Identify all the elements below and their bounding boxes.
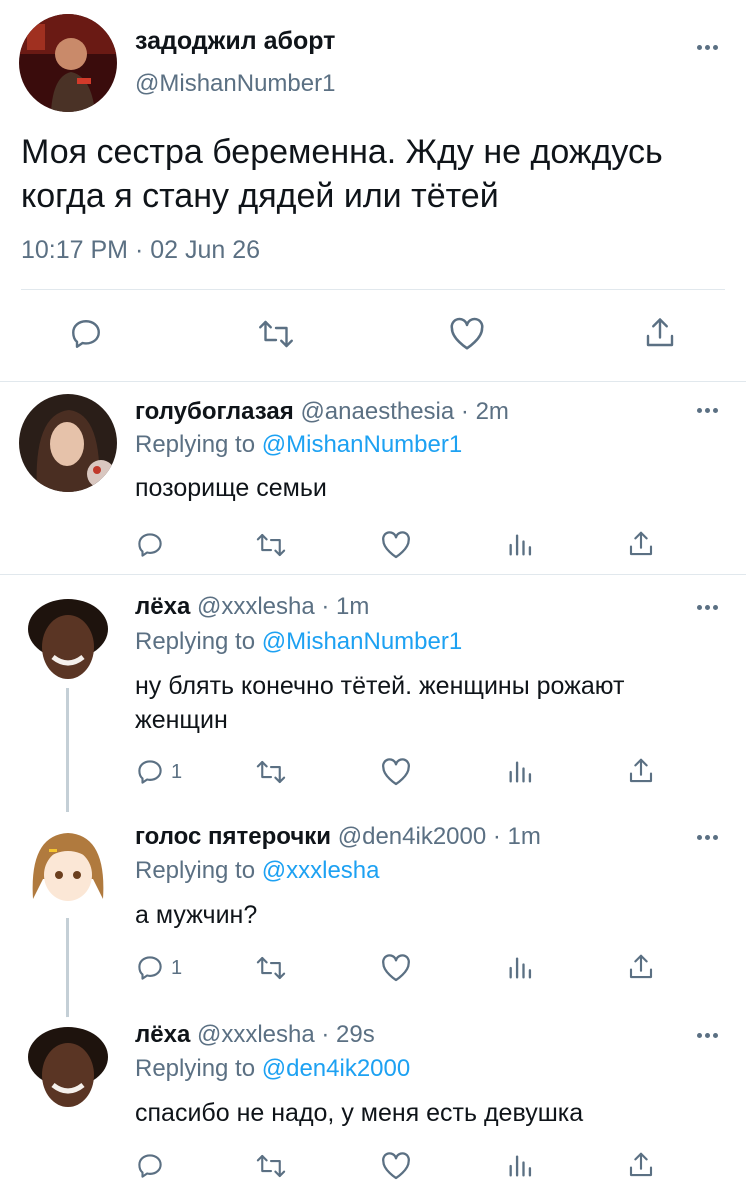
analytics-icon[interactable] bbox=[506, 757, 534, 787]
reply-actions bbox=[0, 1149, 746, 1189]
reply-author-meta[interactable]: @anaesthesia · 2m bbox=[300, 398, 508, 425]
replying-to-link[interactable]: @den4ik2000 bbox=[262, 1055, 410, 1082]
reply-icon[interactable]: 1 bbox=[135, 953, 182, 983]
main-tweet: задоджил аборт @MishanNumber1 Моя сестра… bbox=[0, 0, 746, 382]
replying-to: Replying to @MishanNumber1 bbox=[135, 628, 462, 656]
more-options-icon[interactable] bbox=[697, 605, 718, 610]
like-icon[interactable] bbox=[380, 530, 412, 560]
analytics-icon[interactable] bbox=[506, 953, 534, 983]
replying-to: Replying to @den4ik2000 bbox=[135, 1055, 410, 1083]
reply-header: голос пятерочки @den4ik2000 · 1m bbox=[135, 823, 541, 851]
reply-actions: 1 bbox=[0, 755, 746, 795]
more-options-icon[interactable] bbox=[697, 45, 718, 50]
reply-tweet[interactable]: лёха @xxxlesha · 1m Replying to @MishanN… bbox=[0, 575, 746, 805]
main-tweet-avatar[interactable] bbox=[19, 14, 117, 112]
main-tweet-author-name[interactable]: задоджил аборт bbox=[135, 27, 335, 56]
reply-tweet[interactable]: голубоглазая @anaesthesia · 2m Replying … bbox=[0, 382, 746, 574]
divider bbox=[21, 289, 725, 290]
reply-author-meta[interactable]: @xxxlesha · 1m bbox=[197, 593, 369, 620]
retweet-icon[interactable] bbox=[254, 530, 288, 560]
replying-to-link[interactable]: @MishanNumber1 bbox=[262, 431, 462, 458]
analytics-icon[interactable] bbox=[506, 530, 534, 560]
retweet-icon[interactable] bbox=[254, 1151, 288, 1181]
reply-avatar[interactable] bbox=[19, 589, 117, 687]
replying-to: Replying to @MishanNumber1 bbox=[135, 431, 462, 459]
reply-author-meta[interactable]: @den4ik2000 · 1m bbox=[338, 823, 541, 850]
reply-count: 1 bbox=[171, 760, 183, 783]
more-options-icon[interactable] bbox=[697, 835, 718, 840]
reply-avatar[interactable] bbox=[19, 819, 117, 917]
reply-avatar[interactable] bbox=[19, 394, 117, 492]
share-icon[interactable] bbox=[626, 951, 656, 983]
retweet-icon[interactable] bbox=[254, 757, 288, 787]
like-icon[interactable] bbox=[380, 953, 412, 983]
analytics-icon[interactable] bbox=[506, 1151, 534, 1181]
share-icon[interactable] bbox=[626, 528, 656, 560]
share-icon[interactable] bbox=[626, 1149, 656, 1181]
more-options-icon[interactable] bbox=[697, 1033, 718, 1038]
reply-tweet[interactable]: лёха @xxxlesha · 29s Replying to @den4ik… bbox=[0, 1005, 746, 1200]
replying-to-label: Replying to bbox=[135, 628, 262, 655]
like-icon[interactable] bbox=[448, 316, 486, 352]
reply-icon[interactable] bbox=[135, 530, 171, 560]
reply-text: ну блять конечно тётей. женщины рожают ж… bbox=[135, 672, 625, 734]
reply-icon[interactable]: 1 bbox=[135, 757, 182, 787]
reply-author-name[interactable]: лёха bbox=[135, 593, 190, 620]
reply-text: спасибо не надо, у меня есть девушка bbox=[135, 1099, 584, 1127]
replying-to-link[interactable]: @MishanNumber1 bbox=[262, 628, 462, 655]
replying-to-label: Replying to bbox=[135, 857, 262, 884]
reply-text: позорище семьи bbox=[135, 474, 327, 502]
replying-to-label: Replying to bbox=[135, 431, 262, 458]
replying-to-link[interactable]: @xxxlesha bbox=[262, 857, 380, 884]
reply-author-meta[interactable]: @xxxlesha · 29s bbox=[197, 1021, 375, 1048]
main-tweet-timestamp[interactable]: 10:17 PM · 02 Jun 26 bbox=[21, 236, 260, 265]
reply-icon[interactable] bbox=[135, 1151, 171, 1181]
reply-actions: 1 bbox=[0, 951, 746, 991]
reply-actions bbox=[0, 526, 746, 566]
reply-author-name[interactable]: лёха bbox=[135, 1021, 190, 1048]
main-tweet-text: Моя сестра беременна. Жду не дождусь ког… bbox=[21, 133, 663, 215]
reply-avatar[interactable] bbox=[19, 1017, 117, 1115]
like-icon[interactable] bbox=[380, 757, 412, 787]
reply-count: 1 bbox=[171, 956, 183, 979]
reply-author-name[interactable]: голубоглазая bbox=[135, 398, 294, 425]
main-tweet-author-handle[interactable]: @MishanNumber1 bbox=[135, 70, 335, 98]
retweet-icon[interactable] bbox=[254, 953, 288, 983]
more-options-icon[interactable] bbox=[697, 408, 718, 413]
retweet-icon[interactable] bbox=[256, 316, 296, 352]
reply-tweet[interactable]: голос пятерочки @den4ik2000 · 1m Replyin… bbox=[0, 805, 746, 1005]
replying-to: Replying to @xxxlesha bbox=[135, 857, 380, 885]
reply-text: а мужчин? bbox=[135, 901, 258, 929]
replying-to-label: Replying to bbox=[135, 1055, 262, 1082]
reply-header: голубоглазая @anaesthesia · 2m bbox=[135, 398, 509, 426]
reply-header: лёха @xxxlesha · 1m bbox=[135, 593, 369, 621]
reply-header: лёха @xxxlesha · 29s bbox=[135, 1021, 375, 1049]
share-icon[interactable] bbox=[642, 314, 678, 352]
like-icon[interactable] bbox=[380, 1151, 412, 1181]
share-icon[interactable] bbox=[626, 755, 656, 787]
reply-author-name[interactable]: голос пятерочки bbox=[135, 823, 331, 850]
main-tweet-actions bbox=[0, 300, 746, 370]
reply-icon[interactable] bbox=[68, 316, 104, 352]
